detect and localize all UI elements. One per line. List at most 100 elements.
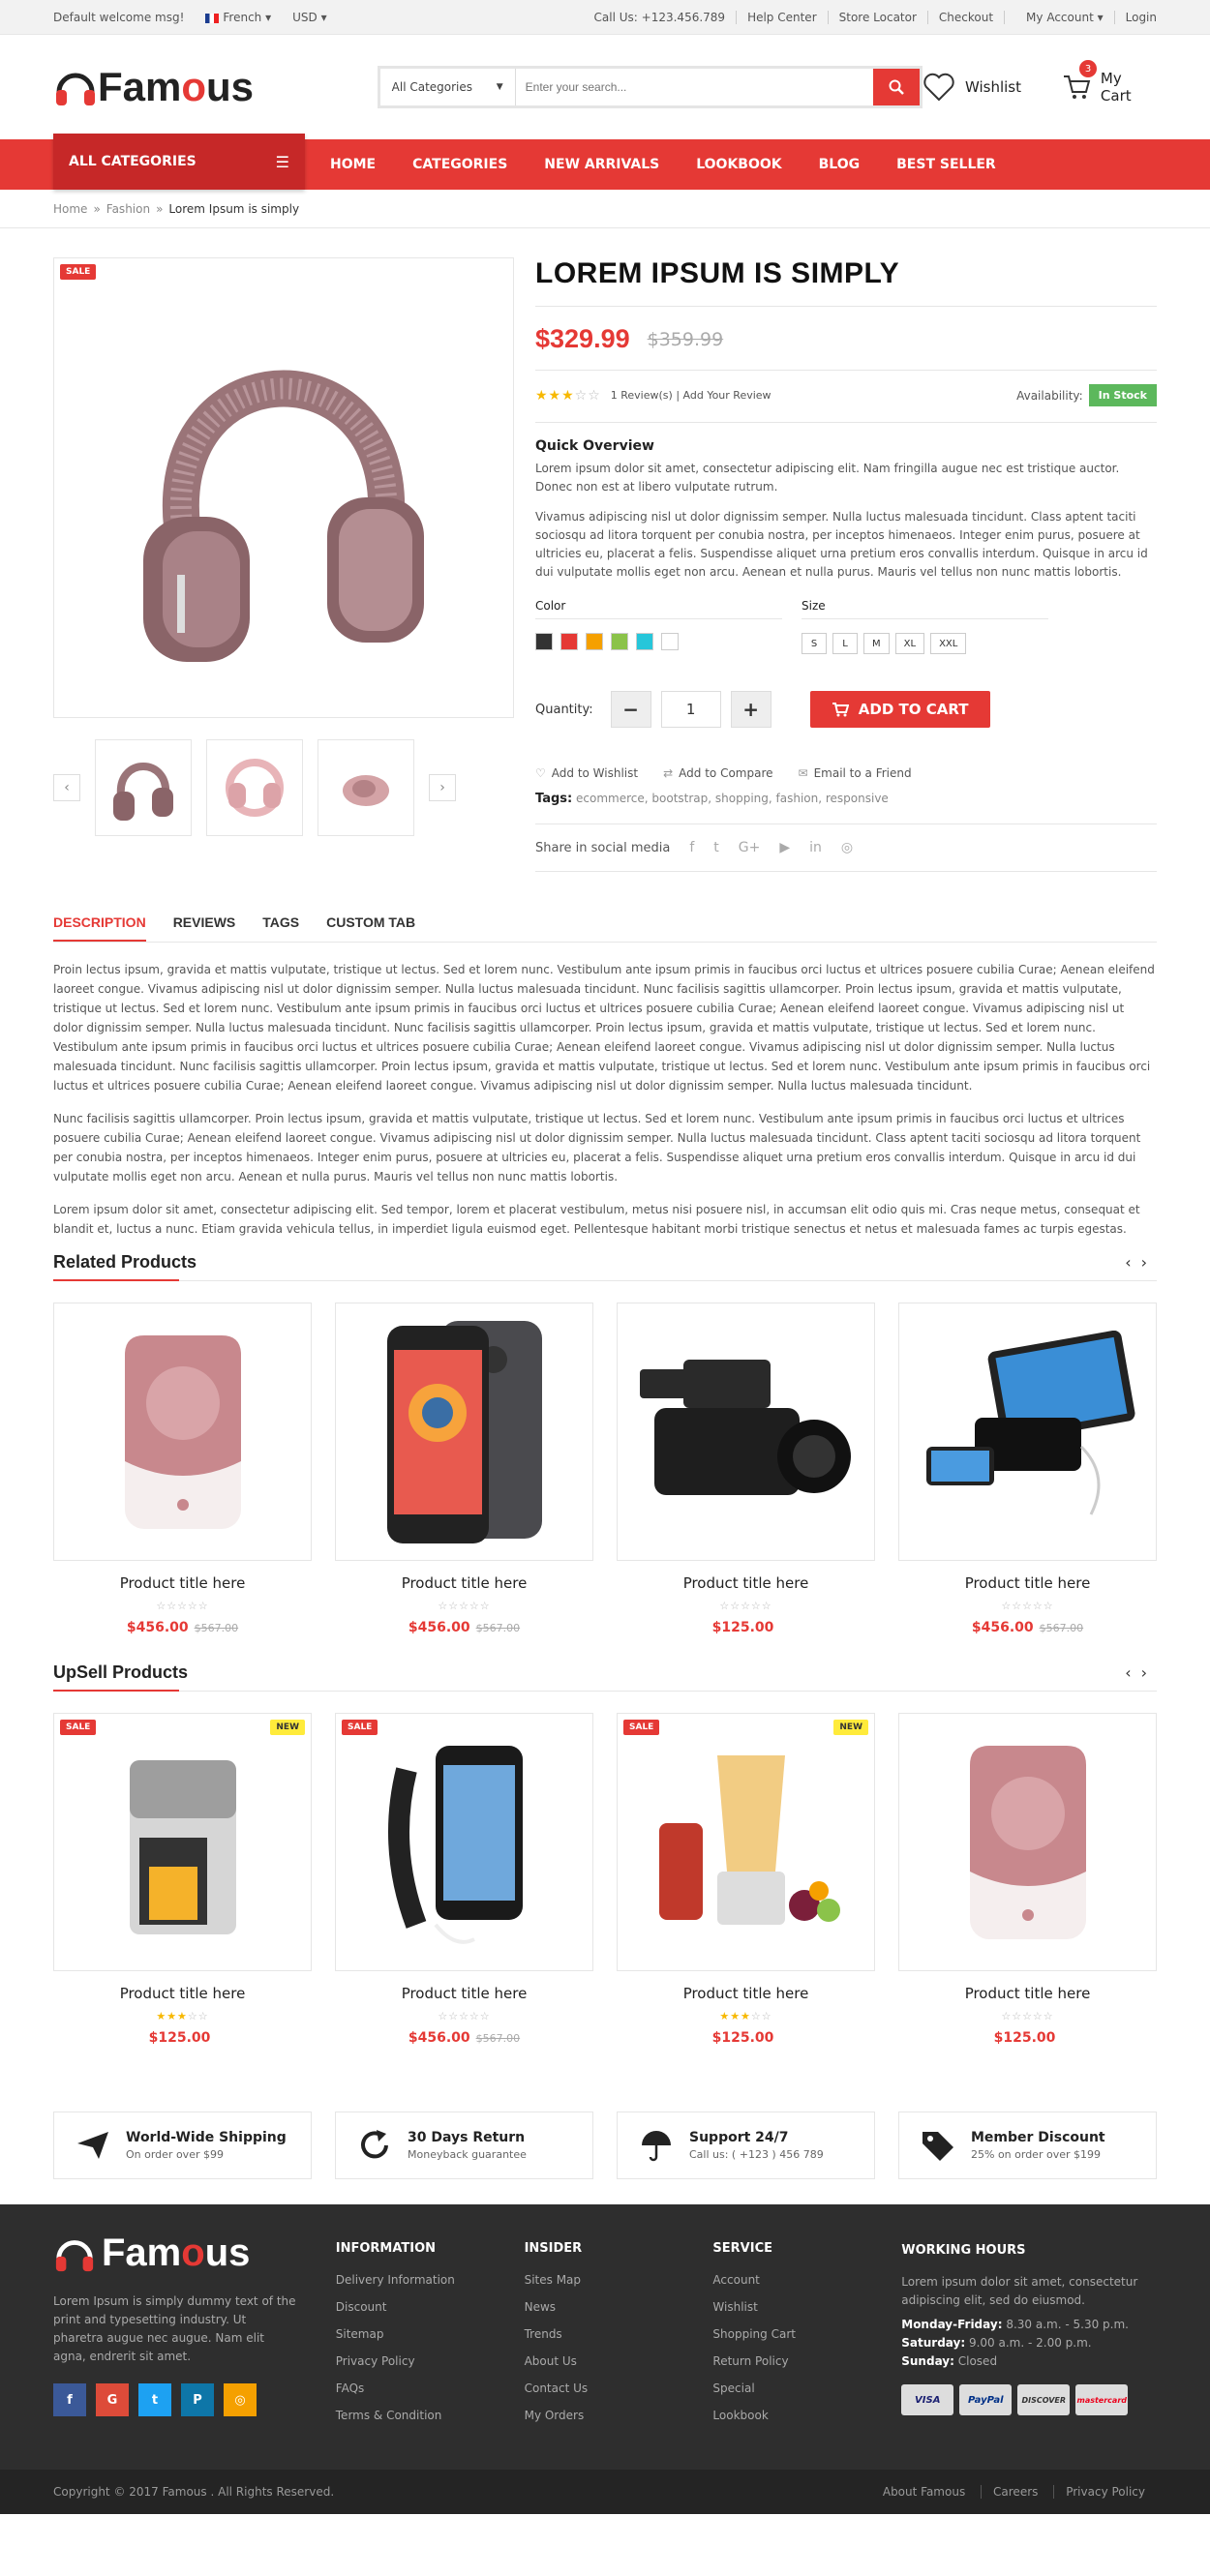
product-image[interactable] xyxy=(617,1303,875,1561)
footer-link[interactable]: Contact Us xyxy=(525,2381,713,2395)
footer-link[interactable]: Terms & Condition xyxy=(336,2409,525,2422)
thumbnail-1[interactable] xyxy=(95,739,192,836)
reviews-link[interactable]: 1 Review(s) | Add Your Review xyxy=(611,389,771,402)
breadcrumb-fashion[interactable]: Fashion xyxy=(106,202,150,216)
footer-link[interactable]: Delivery Information xyxy=(336,2273,525,2287)
size-l[interactable]: L xyxy=(832,633,858,654)
product-image[interactable] xyxy=(53,1303,312,1561)
tab-tags[interactable]: TAGS xyxy=(262,914,299,942)
product-title[interactable]: Product title here xyxy=(53,1985,312,2002)
nav-best-seller[interactable]: BEST SELLER xyxy=(896,157,996,172)
footer-link[interactable]: Trends xyxy=(525,2327,713,2341)
color-swatch[interactable] xyxy=(586,633,603,650)
footer-link[interactable]: Discount xyxy=(336,2300,525,2314)
size-xl[interactable]: XL xyxy=(894,633,925,654)
facebook-icon[interactable]: f xyxy=(689,840,694,855)
privacy-link[interactable]: Privacy Policy xyxy=(1053,2485,1157,2499)
footer-link[interactable]: Sites Map xyxy=(525,2273,713,2287)
wishlist-link[interactable]: Wishlist xyxy=(923,73,1021,102)
footer-link[interactable]: Privacy Policy xyxy=(336,2354,525,2368)
currency-select[interactable]: USD ▾ xyxy=(292,11,326,24)
product-image[interactable]: SALE NEW xyxy=(617,1713,875,1971)
quantity-increase-button[interactable]: + xyxy=(730,691,771,728)
linkedin-icon[interactable]: in xyxy=(809,840,822,855)
footer-link[interactable]: Return Policy xyxy=(712,2354,901,2368)
product-card[interactable]: Product title here ☆☆☆☆☆ $125.00 xyxy=(617,1303,875,1635)
upsell-next-button[interactable]: › xyxy=(1141,1663,1157,1682)
add-to-cart-button[interactable]: ADD TO CART xyxy=(809,691,990,728)
footer-link[interactable]: My Orders xyxy=(525,2409,713,2422)
color-swatch[interactable] xyxy=(535,633,553,650)
instagram-icon[interactable]: ◎ xyxy=(224,2383,257,2416)
pinterest-icon[interactable]: P xyxy=(181,2383,214,2416)
related-next-button[interactable]: › xyxy=(1141,1253,1157,1272)
thumb-prev-button[interactable]: ‹ xyxy=(53,774,80,801)
nav-home[interactable]: HOME xyxy=(330,157,376,172)
footer-link[interactable]: FAQs xyxy=(336,2381,525,2395)
help-center-link[interactable]: Help Center xyxy=(737,11,829,24)
thumbnail-2[interactable] xyxy=(206,739,303,836)
my-account-link[interactable]: My Account ▾ xyxy=(1005,11,1115,24)
email-friend-link[interactable]: ✉ Email to a Friend xyxy=(799,766,912,780)
product-image[interactable] xyxy=(335,1303,593,1561)
nav-lookbook[interactable]: LOOKBOOK xyxy=(696,157,781,172)
main-product-image[interactable]: SALE xyxy=(53,257,514,718)
product-title[interactable]: Product title here xyxy=(335,1985,593,2002)
language-select[interactable]: French ▾ xyxy=(205,11,271,24)
footer-link[interactable]: Account xyxy=(712,2273,901,2287)
color-swatch[interactable] xyxy=(611,633,628,650)
instagram-icon[interactable]: ◎ xyxy=(841,840,853,855)
login-link[interactable]: Login xyxy=(1115,11,1157,24)
product-card[interactable]: Product title here ☆☆☆☆☆ $125.00 xyxy=(898,1713,1157,2046)
about-link[interactable]: About Famous xyxy=(871,2485,977,2499)
product-title[interactable]: Product title here xyxy=(335,1574,593,1592)
product-image[interactable]: SALE xyxy=(335,1713,593,1971)
nav-blog[interactable]: BLOG xyxy=(819,157,861,172)
careers-link[interactable]: Careers xyxy=(981,2485,1050,2499)
size-xxl[interactable]: XXL xyxy=(930,633,967,654)
product-card[interactable]: SALE NEW Product title here ★★★☆☆ $125.0… xyxy=(53,1713,312,2046)
footer-link[interactable]: Shopping Cart xyxy=(712,2327,901,2341)
youtube-icon[interactable]: ▶ xyxy=(779,840,790,855)
store-locator-link[interactable]: Store Locator xyxy=(829,11,928,24)
tags-list[interactable]: ecommerce, bootstrap, shopping, fashion,… xyxy=(576,792,889,805)
tab-reviews[interactable]: REVIEWS xyxy=(173,914,236,942)
product-title[interactable]: Product title here xyxy=(617,1574,875,1592)
twitter-icon[interactable]: t xyxy=(713,840,719,855)
search-category-select[interactable]: All Categories ▼ xyxy=(380,69,516,105)
add-to-compare-link[interactable]: ⇄ Add to Compare xyxy=(663,766,772,780)
size-m[interactable]: M xyxy=(863,633,890,654)
cart-link[interactable]: 3 My Cart xyxy=(1062,60,1157,105)
tab-description[interactable]: DESCRIPTION xyxy=(53,914,146,942)
footer-link[interactable]: Sitemap xyxy=(336,2327,525,2341)
twitter-icon[interactable]: t xyxy=(138,2383,171,2416)
color-swatch[interactable] xyxy=(661,633,679,650)
google-plus-icon[interactable]: G+ xyxy=(739,840,761,855)
logo[interactable]: Fam o us xyxy=(53,64,324,110)
color-swatch[interactable] xyxy=(636,633,653,650)
thumbnail-3[interactable] xyxy=(318,739,414,836)
search-button[interactable] xyxy=(872,69,920,105)
tab-custom[interactable]: CUSTOM TAB xyxy=(326,914,415,942)
quantity-decrease-button[interactable]: − xyxy=(610,691,651,728)
quantity-input[interactable]: 1 xyxy=(660,691,721,728)
product-image[interactable] xyxy=(898,1303,1157,1561)
google-plus-icon[interactable]: G xyxy=(96,2383,129,2416)
breadcrumb-home[interactable]: Home xyxy=(53,202,87,216)
related-prev-button[interactable]: ‹ xyxy=(1125,1253,1140,1272)
nav-categories[interactable]: CATEGORIES xyxy=(412,157,507,172)
footer-link[interactable]: Wishlist xyxy=(712,2300,901,2314)
product-title[interactable]: Product title here xyxy=(898,1574,1157,1592)
thumb-next-button[interactable]: › xyxy=(429,774,456,801)
product-card[interactable]: SALE NEW Product title here ★★★☆☆ $125.0… xyxy=(617,1713,875,2046)
product-title[interactable]: Product title here xyxy=(53,1574,312,1592)
add-to-wishlist-link[interactable]: ♡ Add to Wishlist xyxy=(535,766,638,780)
color-swatch[interactable] xyxy=(560,633,578,650)
product-title[interactable]: Product title here xyxy=(898,1985,1157,2002)
footer-link[interactable]: About Us xyxy=(525,2354,713,2368)
product-title[interactable]: Product title here xyxy=(617,1985,875,2002)
checkout-link[interactable]: Checkout xyxy=(928,11,1006,24)
upsell-prev-button[interactable]: ‹ xyxy=(1125,1663,1140,1682)
size-s[interactable]: S xyxy=(802,633,827,654)
product-card[interactable]: Product title here ☆☆☆☆☆ $456.00 $567.00 xyxy=(335,1303,593,1635)
